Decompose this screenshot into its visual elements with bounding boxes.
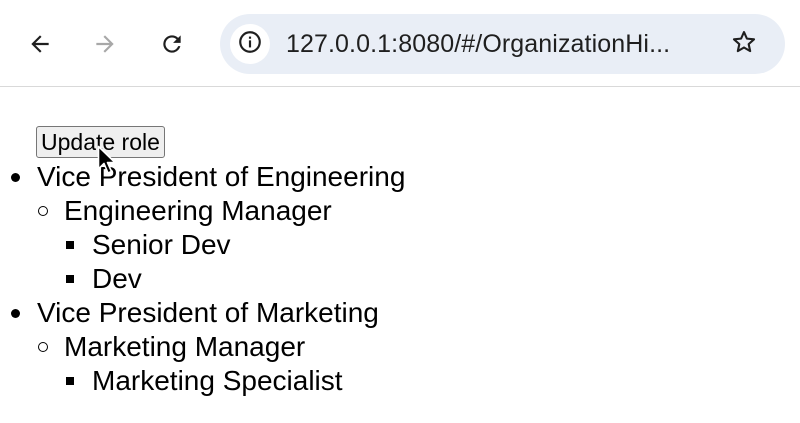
page-content: Update role Vice President of Engineerin… [0,88,800,423]
arrow-right-icon [92,31,118,57]
forward-button[interactable] [85,24,125,64]
browser-window: 127.0.0.1:8080/#/OrganizationHi... Updat… [0,0,800,423]
role-label: Senior Dev [92,229,231,260]
circle-bullet [38,194,58,228]
disc-bullet [11,296,31,330]
reload-icon [159,31,185,57]
circle-bullet [38,330,58,364]
browser-toolbar: 127.0.0.1:8080/#/OrganizationHi... [0,0,800,87]
star-icon [730,28,758,61]
update-role-button[interactable]: Update role [36,126,165,158]
list-item: Senior Dev [0,228,440,262]
tab-strip-edge [0,0,800,6]
bookmark-button[interactable] [729,29,759,59]
list-item: Marketing Manager [0,330,440,364]
role-label: Marketing Manager [64,331,306,362]
list-item: Dev [0,262,440,296]
disc-bullet [11,160,31,194]
square-bullet [66,228,86,262]
list-item: Vice President of Engineering [0,160,440,194]
role-label: Engineering Manager [64,195,332,226]
role-label: Vice President of Engineering [37,161,406,192]
reload-button[interactable] [152,24,192,64]
list-item: Vice President of Marketing [0,296,440,330]
list-item: Marketing Specialist [0,364,440,398]
square-bullet [66,364,86,398]
role-label: Marketing Specialist [92,365,343,396]
square-bullet [66,262,86,296]
list-item: Engineering Manager [0,194,440,228]
site-info-button[interactable] [230,24,270,64]
url-text[interactable]: 127.0.0.1:8080/#/OrganizationHi... [286,30,670,59]
role-label: Vice President of Marketing [37,297,379,328]
role-label: Dev [92,263,142,294]
address-bar[interactable]: 127.0.0.1:8080/#/OrganizationHi... [220,14,785,74]
arrow-left-icon [27,31,53,57]
info-icon [237,29,263,60]
back-button[interactable] [20,24,60,64]
